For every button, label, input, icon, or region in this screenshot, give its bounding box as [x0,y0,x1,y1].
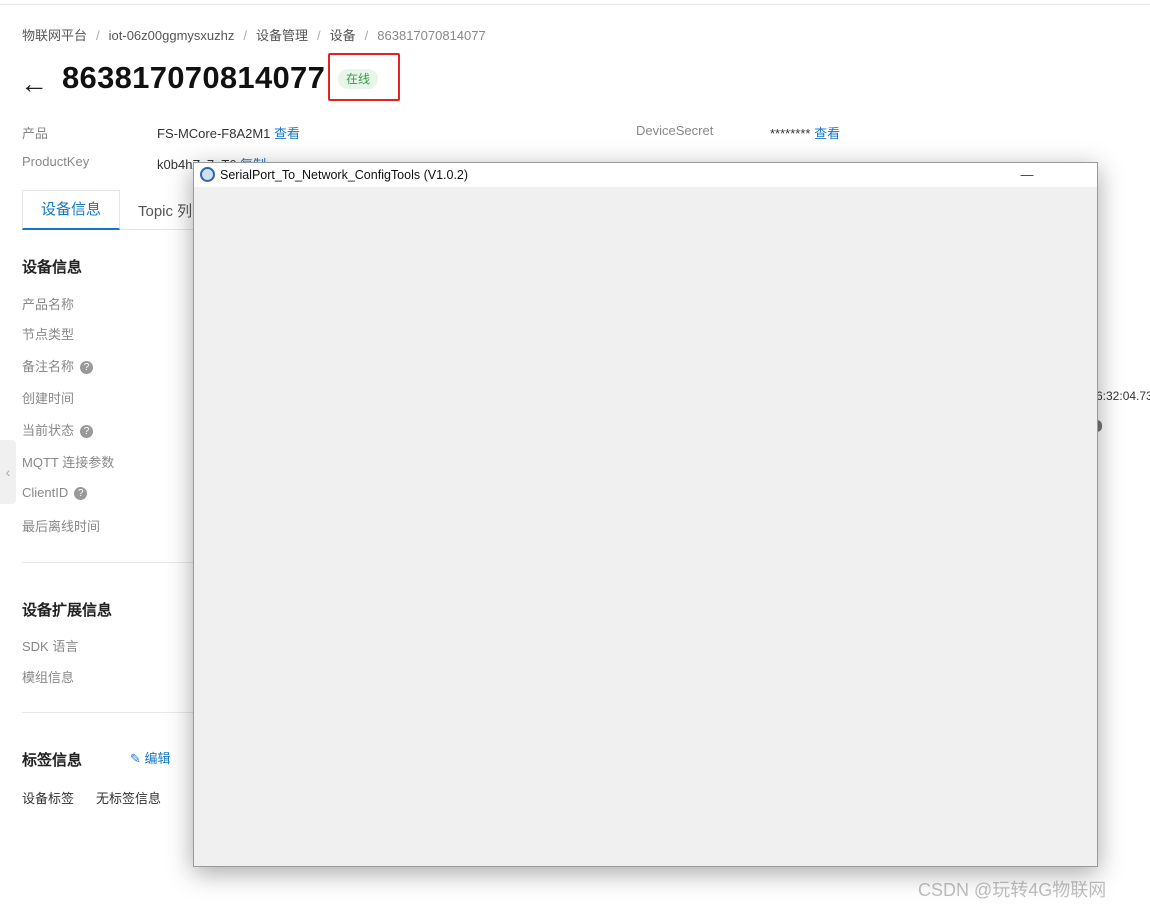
breadcrumb-separator: / [243,28,247,43]
label-client-id: ClientID? [22,485,88,501]
config-tool-window: SerialPort_To_Network_ConfigTools (V1.0.… [193,162,1098,867]
breadcrumb-device-management[interactable]: 设备管理 [256,28,308,43]
label-mqtt-params: MQTT 连接参数 [22,455,115,470]
view-secret-link[interactable]: 查看 [814,126,840,141]
breadcrumb-separator: / [317,28,321,43]
pencil-icon: ✎ [130,751,145,766]
edit-tags-link[interactable]: ✎ 编辑 [130,748,171,767]
device-secret-value: ******** 查看 [770,123,840,142]
label-last-offline: 最后离线时间 [22,519,101,534]
tab-topic-list[interactable]: Topic 列 [138,200,192,221]
back-arrow-icon[interactable]: ← [20,66,48,102]
label-module-info: 模组信息 [22,670,75,685]
collapse-handle-icon[interactable]: ‹ [0,440,16,504]
section-ext-info-title: 设备扩展信息 [22,602,113,619]
page-title: 863817070814077 [62,60,326,95]
breadcrumb: 物联网平台 / iot-06z00ggmysxuzhz / 设备管理 / 设备 / 863817… [22,25,486,44]
label-remark-name-text: 备注名称 [22,359,75,374]
tab-device-info[interactable]: 设备信息 [22,190,120,230]
label-remark-name: 备注名称? [22,356,94,375]
breadcrumb-devices[interactable]: 设备 [330,28,356,43]
label-client-id-text: ClientID [22,485,69,500]
label-created-time: 创建时间 [22,391,75,406]
section-divider [22,712,202,713]
last-offline-time-fragment: 6:32:04.73 [1096,389,1150,403]
edit-link-label: 编辑 [144,751,171,766]
productkey-label: ProductKey [22,154,90,169]
section-tags-title: 标签信息 [22,752,83,769]
app-icon [200,167,215,182]
label-node-type: 节点类型 [22,327,75,342]
help-icon[interactable]: ? [74,487,88,501]
device-secret-label: DeviceSecret [636,123,714,138]
help-icon[interactable]: ? [80,425,94,439]
help-icon[interactable]: ? [80,361,94,375]
breadcrumb-iot-platform[interactable]: 物联网平台 [22,28,87,43]
breadcrumb-instance[interactable]: iot-06z00ggmysxuzhz [109,28,235,43]
breadcrumb-current-device: 863817070814077 [377,28,486,43]
label-product-name: 产品名称 [22,297,75,312]
label-current-status-text: 当前状态 [22,423,75,438]
breadcrumb-separator: / [96,28,100,43]
view-product-link[interactable]: 查看 [274,126,300,141]
product-name: FS-MCore-F8A2M1 [157,126,271,141]
window-title: SerialPort_To_Network_ConfigTools (V1.0.… [220,168,469,182]
product-value: FS-MCore-F8A2M1 查看 [157,123,300,142]
highlight-box-status [328,53,400,101]
top-divider [0,4,1150,5]
label-device-tags: 设备标签 [22,791,75,806]
device-tags-value: 无标签信息 [96,791,162,806]
window-titlebar[interactable]: SerialPort_To_Network_ConfigTools (V1.0.… [194,163,1097,187]
section-divider [22,562,202,563]
label-current-status: 当前状态? [22,420,94,439]
label-sdk-language: SDK 语言 [22,639,79,654]
minimize-hitbox[interactable] [1012,165,1042,185]
watermark: CSDN @玩转4G物联网 [918,880,1107,900]
breadcrumb-separator: / [364,28,369,43]
device-secret-mask: ******** [770,126,811,141]
product-label: 产品 [22,126,49,141]
section-device-info-title: 设备信息 [22,259,83,276]
